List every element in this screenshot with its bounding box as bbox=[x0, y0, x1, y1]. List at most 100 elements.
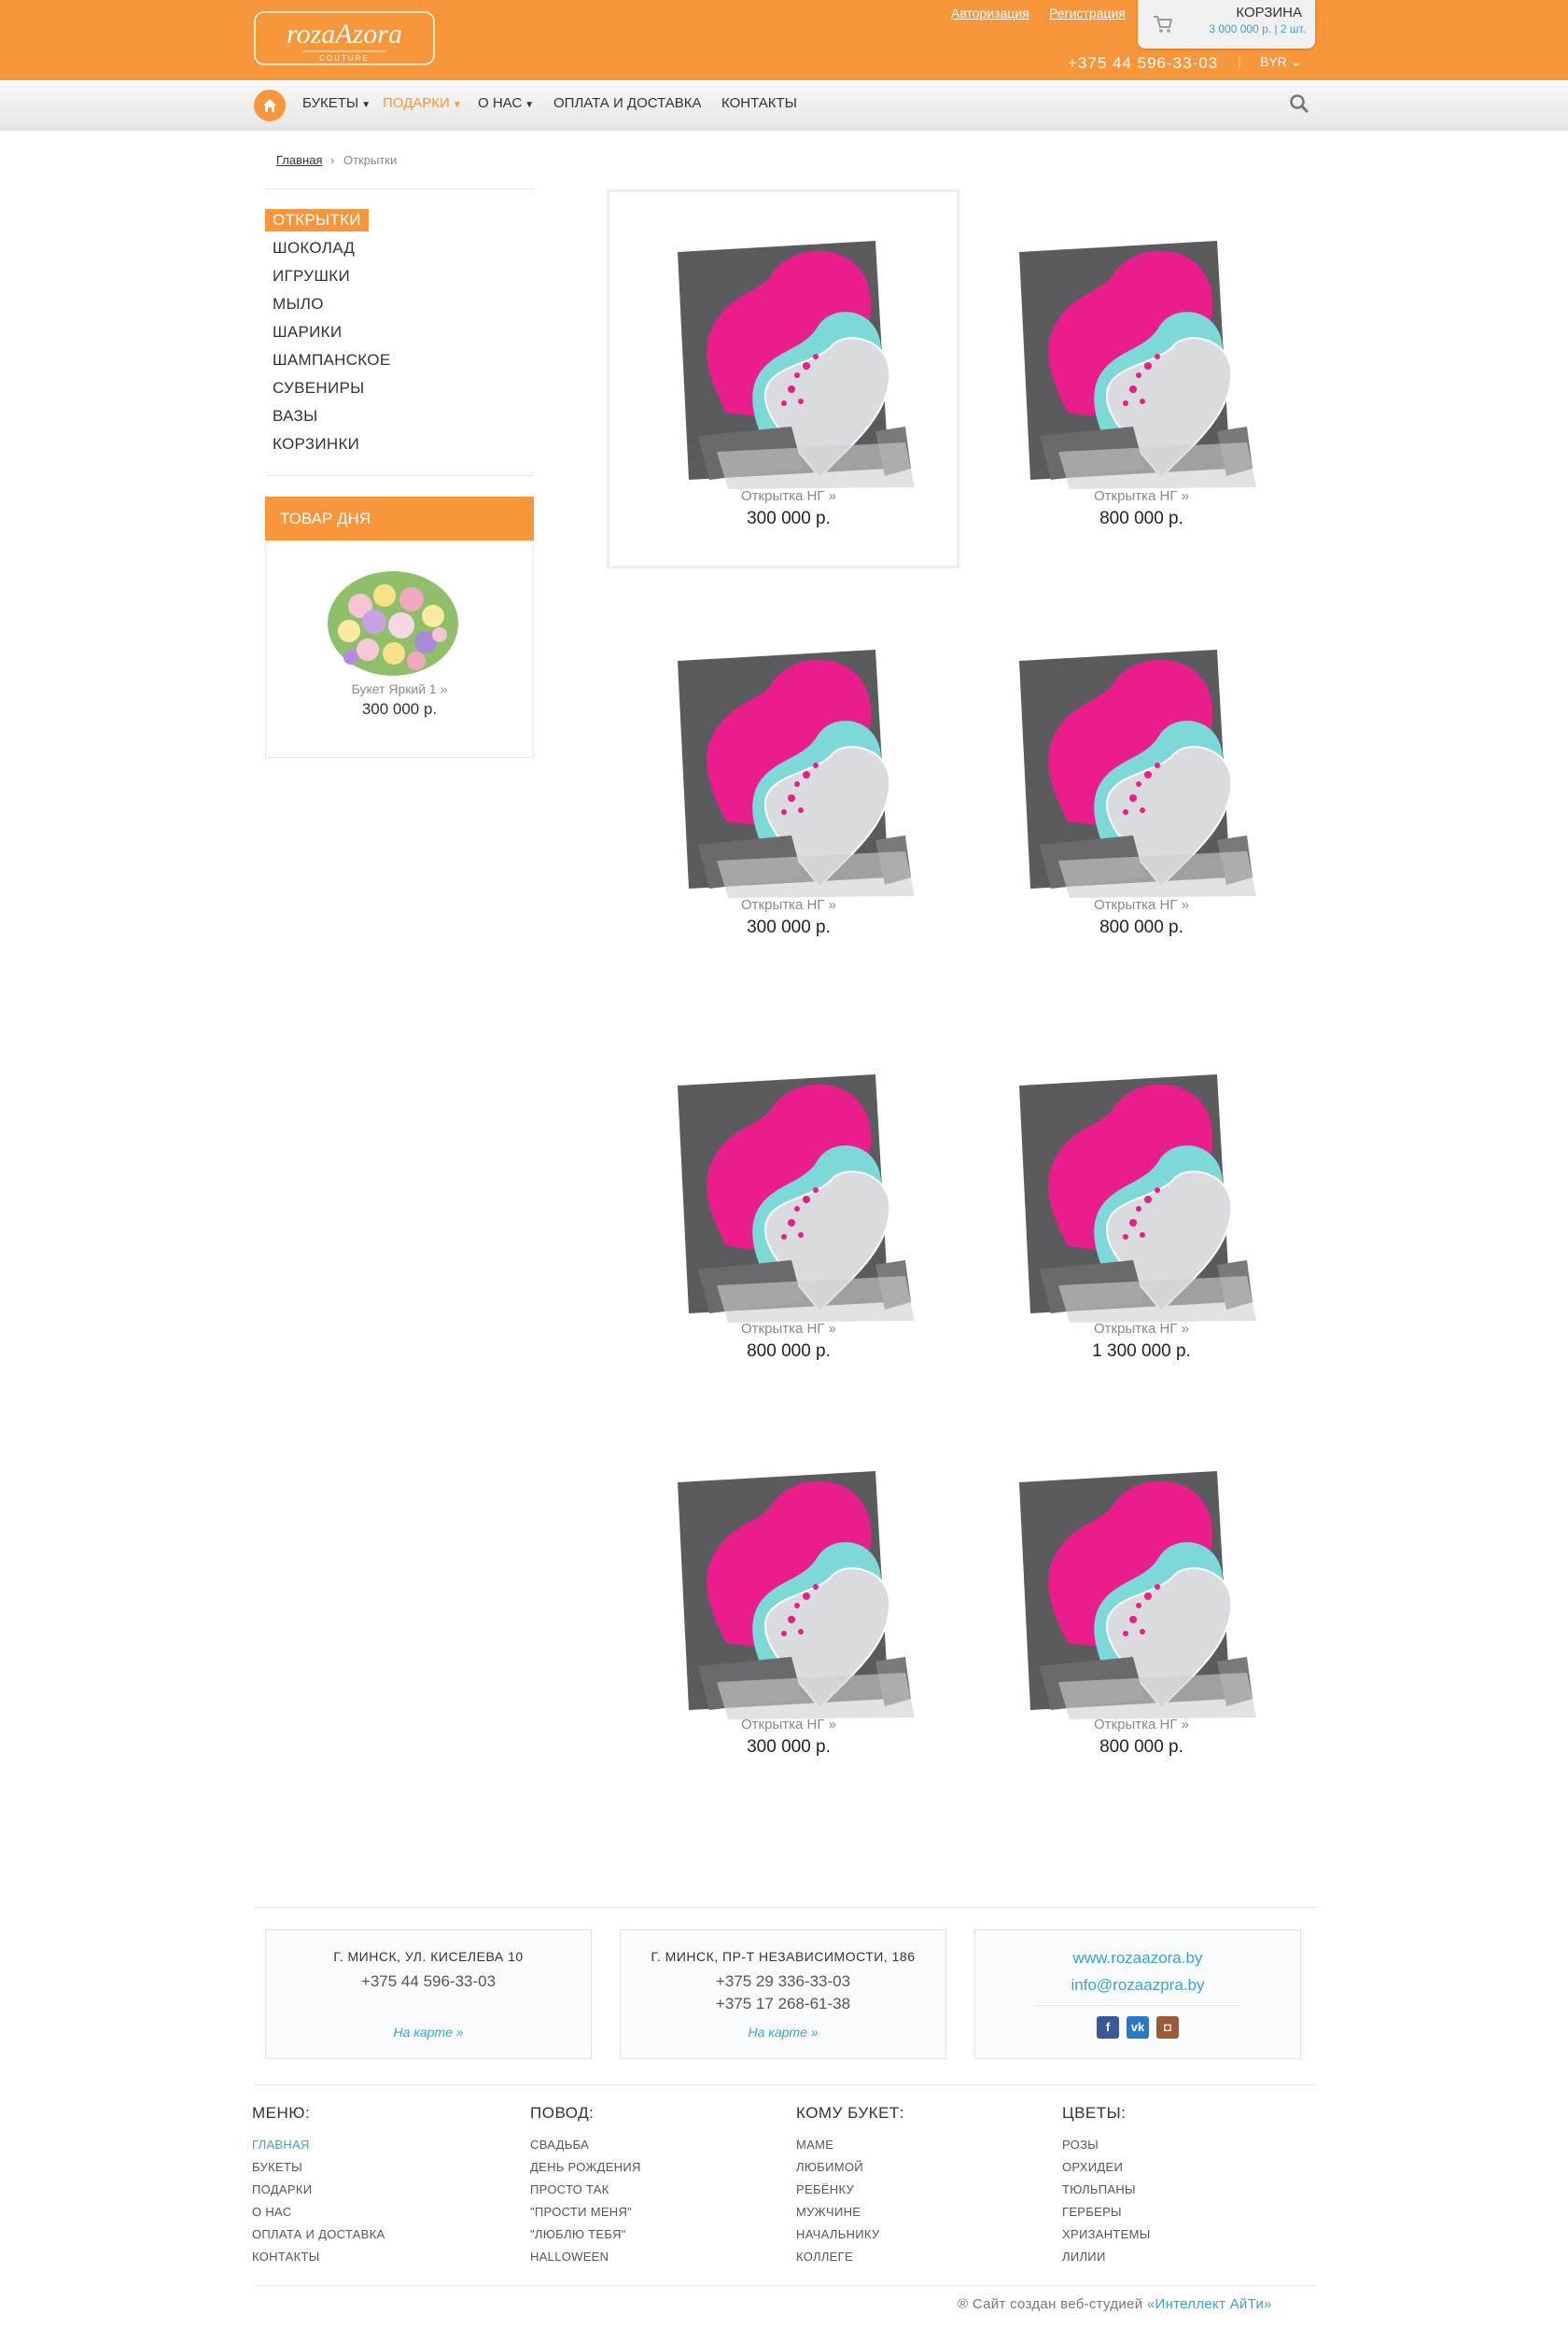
footer-link[interactable]: ЛЮБИМОЙ bbox=[796, 2160, 863, 2174]
cart-summary: 3 000 000 р. | 2 шт. bbox=[1209, 22, 1306, 35]
sidebar-item-champagne[interactable]: ШАМПАНСКОЕ bbox=[273, 351, 390, 370]
product-name[interactable]: Открытка НГ » bbox=[677, 488, 901, 504]
product-image[interactable] bbox=[1002, 1466, 1279, 1719]
register-link[interactable]: Регистрация bbox=[1049, 6, 1126, 21]
footer-link[interactable]: ХРИЗАНТЕМЫ bbox=[1062, 2227, 1151, 2241]
footer-link[interactable]: HALLOWEEN bbox=[530, 2250, 609, 2264]
product-name[interactable]: Открытка НГ » bbox=[1029, 1321, 1253, 1337]
address-card: Г. МИНСК, УЛ. КИСЕЛЕВА 10 +375 44 596-33… bbox=[265, 1929, 592, 2059]
product-name[interactable]: Открытка НГ » bbox=[677, 1321, 901, 1337]
product-price: 300 000 р. bbox=[747, 509, 831, 528]
vk-icon[interactable]: vk bbox=[1127, 2016, 1149, 2039]
footer-occasion-title: ПОВОД: bbox=[530, 2104, 595, 2122]
sidebar-item-baskets[interactable]: КОРЗИНКИ bbox=[273, 435, 359, 454]
divider: | bbox=[1238, 54, 1241, 70]
footer-link[interactable]: ТЮЛЬПАНЫ bbox=[1062, 2182, 1136, 2196]
sidebar-item-vases[interactable]: ВАЗЫ bbox=[273, 407, 317, 426]
divider bbox=[265, 475, 534, 476]
divider bbox=[254, 2285, 1316, 2286]
cart-icon bbox=[1154, 16, 1173, 33]
svg-text:COUTURE: COUTURE bbox=[319, 54, 370, 63]
map-link[interactable]: На карте » bbox=[621, 2025, 945, 2040]
product-name[interactable]: Открытка НГ » bbox=[677, 897, 901, 913]
footer-link[interactable]: РОЗЫ bbox=[1062, 2138, 1099, 2152]
product-name[interactable]: Открытка НГ » bbox=[677, 1717, 901, 1732]
footer-link[interactable]: ГЛАВНАЯ bbox=[252, 2138, 310, 2152]
sidebar-item-toys[interactable]: ИГРУШКИ bbox=[273, 267, 350, 286]
footer-recipient-title: КОМУ БУКЕТ: bbox=[796, 2104, 905, 2122]
website-link[interactable]: www.rozaazora.by bbox=[975, 1949, 1300, 1968]
footer-link[interactable]: БУКЕТЫ bbox=[252, 2160, 302, 2174]
divider bbox=[1035, 2005, 1240, 2006]
footer-link[interactable]: КОНТАКТЫ bbox=[252, 2250, 320, 2264]
site-logo[interactable]: rozaAzora COUTURE bbox=[254, 11, 435, 65]
product-price: 300 000 р. bbox=[747, 1737, 831, 1757]
nav-item-contacts[interactable]: КОНТАКТЫ bbox=[721, 95, 797, 111]
svg-text:rozaAzora: rozaAzora bbox=[287, 19, 402, 49]
bouquet-image[interactable] bbox=[323, 564, 463, 680]
footer-link[interactable]: РЕБЁНКУ bbox=[796, 2182, 854, 2196]
studio-link[interactable]: «Интеллект АйТи» bbox=[1147, 2296, 1272, 2312]
address-phone: +375 17 268-61-38 bbox=[715, 1995, 851, 2012]
sidebar-item-soap[interactable]: МЫЛО bbox=[273, 295, 324, 314]
footer-link[interactable]: "ПРОСТИ МЕНЯ" bbox=[530, 2205, 632, 2219]
footer-link[interactable]: КОЛЛЕГЕ bbox=[796, 2250, 853, 2264]
product-price: 800 000 р. bbox=[747, 1341, 831, 1361]
product-of-day-name[interactable]: Букет Яркий 1 » bbox=[265, 681, 534, 696]
footer-link[interactable]: ОРХИДЕИ bbox=[1062, 2160, 1123, 2174]
sidebar-item-cards[interactable]: ОТКРЫТКИ bbox=[265, 209, 369, 231]
chevron-down-icon: ▼ bbox=[361, 100, 371, 110]
header-phone: +375 44 596-33-03 bbox=[1068, 54, 1219, 72]
product-image[interactable] bbox=[661, 235, 937, 489]
product-image[interactable] bbox=[1002, 644, 1279, 898]
footer-link[interactable]: ОПЛАТА И ДОСТАВКА bbox=[252, 2227, 385, 2241]
product-price: 1 300 000 р. bbox=[1092, 1341, 1191, 1361]
email-link[interactable]: info@rozaazpra.by bbox=[975, 1976, 1300, 1995]
address-phone: +375 29 336-33-03 bbox=[715, 1972, 851, 1990]
footer-link[interactable]: СВАДЬБА bbox=[530, 2138, 589, 2152]
footer-link[interactable]: ЛИЛИИ bbox=[1062, 2250, 1106, 2264]
search-icon[interactable] bbox=[1289, 93, 1309, 114]
footer-link[interactable]: МАМЕ bbox=[796, 2138, 833, 2152]
footer-link[interactable]: "ЛЮБЛЮ ТЕБЯ" bbox=[530, 2227, 626, 2241]
sidebar-item-balloons[interactable]: ШАРИКИ bbox=[273, 323, 342, 342]
product-name[interactable]: Открытка НГ » bbox=[1029, 897, 1253, 913]
facebook-icon[interactable]: f bbox=[1097, 2016, 1119, 2039]
footer-link[interactable]: ГЕРБЕРЫ bbox=[1062, 2205, 1122, 2219]
breadcrumb-current: Открытки bbox=[343, 153, 398, 167]
breadcrumb-home[interactable]: Главная bbox=[276, 153, 322, 167]
product-image[interactable] bbox=[1002, 235, 1279, 489]
home-icon bbox=[263, 99, 276, 112]
product-price: 800 000 р. bbox=[1099, 509, 1183, 528]
map-link[interactable]: На карте » bbox=[266, 2025, 591, 2040]
footer-link[interactable]: ПРОСТО ТАК bbox=[530, 2182, 609, 2196]
divider bbox=[254, 2084, 1316, 2085]
footer-link[interactable]: ПОДАРКИ bbox=[252, 2182, 312, 2196]
sidebar-item-chocolate[interactable]: ШОКОЛАД bbox=[273, 239, 355, 258]
nav-item-about[interactable]: О НАС ▼ bbox=[478, 95, 534, 111]
footer-link[interactable]: ДЕНЬ РОЖДЕНИЯ bbox=[530, 2160, 641, 2174]
product-name[interactable]: Открытка НГ » bbox=[1029, 1717, 1253, 1732]
chevron-down-icon: ⌄ bbox=[1290, 54, 1302, 69]
login-link[interactable]: Авторизация bbox=[951, 6, 1029, 21]
footer-link[interactable]: МУЖЧИНЕ bbox=[796, 2205, 861, 2219]
product-price: 800 000 р. bbox=[1099, 918, 1183, 937]
chevron-down-icon: ▼ bbox=[452, 100, 462, 110]
nav-item-payment[interactable]: ОПЛАТА И ДОСТАВКА bbox=[553, 95, 702, 111]
product-of-day-title: ТОВАР ДНЯ bbox=[265, 497, 534, 540]
cart-widget[interactable]: КОРЗИНА 3 000 000 р. | 2 шт. bbox=[1138, 0, 1315, 49]
product-image[interactable] bbox=[1002, 1069, 1279, 1323]
footer-link[interactable]: О НАС bbox=[252, 2205, 291, 2219]
footer-link[interactable]: НАЧАЛЬНИКУ bbox=[796, 2227, 879, 2241]
instagram-icon[interactable]: ◘ bbox=[1156, 2016, 1179, 2039]
currency-select[interactable]: BYR ⌄ bbox=[1260, 54, 1301, 70]
home-button[interactable] bbox=[254, 90, 286, 121]
address-phone: +375 44 596-33-03 bbox=[360, 1972, 497, 1990]
product-image[interactable] bbox=[661, 644, 937, 898]
nav-item-gifts[interactable]: ПОДАРКИ ▼ bbox=[383, 95, 462, 111]
product-image[interactable] bbox=[661, 1069, 937, 1323]
product-name[interactable]: Открытка НГ » bbox=[1029, 488, 1253, 504]
product-image[interactable] bbox=[661, 1466, 937, 1719]
sidebar-item-souvenirs[interactable]: СУВЕНИРЫ bbox=[273, 379, 364, 398]
nav-item-bouquets[interactable]: БУКЕТЫ ▼ bbox=[302, 95, 371, 111]
